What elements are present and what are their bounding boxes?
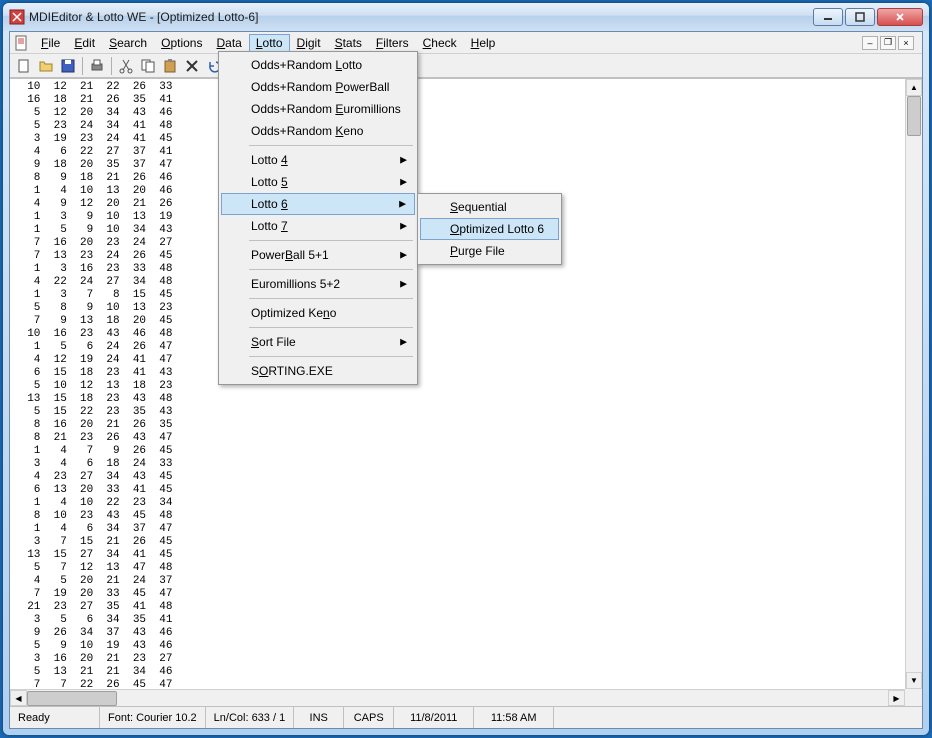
scroll-thumb[interactable] <box>907 96 921 136</box>
delete-icon[interactable] <box>182 56 202 76</box>
app-icon <box>9 9 25 25</box>
text-area[interactable]: 10 12 21 22 26 33 16 18 21 26 35 41 5 12… <box>10 79 922 706</box>
scroll-left-icon[interactable]: ◀ <box>10 690 27 706</box>
editor-content: 10 12 21 22 26 33 16 18 21 26 35 41 5 12… <box>10 78 922 706</box>
scroll-right-icon[interactable]: ▶ <box>888 690 905 706</box>
menu-data[interactable]: Data <box>209 34 248 52</box>
scroll-up-icon[interactable]: ▲ <box>906 79 922 96</box>
menu-sort-file[interactable]: Sort File▶ <box>221 331 415 353</box>
menu-filters[interactable]: Filters <box>369 34 416 52</box>
menu-check[interactable]: Check <box>416 34 464 52</box>
menu-lotto6[interactable]: Lotto 6▶ <box>221 193 415 215</box>
menu-odds-random-keno[interactable]: Odds+Random Keno <box>221 120 415 142</box>
paste-icon[interactable] <box>160 56 180 76</box>
menu-stats[interactable]: Stats <box>328 34 369 52</box>
menu-separator <box>249 240 413 241</box>
status-time: 11:58 AM <box>474 707 554 728</box>
menu-optimized-keno[interactable]: Optimized Keno <box>221 302 415 324</box>
menu-file[interactable]: File <box>34 34 67 52</box>
menu-separator <box>249 356 413 357</box>
toolbar-separator <box>111 57 112 75</box>
status-ready: Ready <box>10 707 100 728</box>
submenu-sequential[interactable]: Sequential <box>420 196 559 218</box>
menu-digit[interactable]: Digit <box>290 34 328 52</box>
menu-separator <box>249 327 413 328</box>
menu-lotto4[interactable]: Lotto 4▶ <box>221 149 415 171</box>
toolbar-separator <box>82 57 83 75</box>
status-date: 11/8/2011 <box>394 707 474 728</box>
submenu-purge-file[interactable]: Purge File <box>420 240 559 262</box>
maximize-button[interactable] <box>845 8 875 26</box>
mdi-doc-icon <box>14 35 30 51</box>
toolbar: A <box>10 54 922 78</box>
menu-lotto5[interactable]: Lotto 5▶ <box>221 171 415 193</box>
status-ins: INS <box>294 707 344 728</box>
print-icon[interactable] <box>87 56 107 76</box>
scroll-down-icon[interactable]: ▼ <box>906 672 922 689</box>
statusbar: Ready Font: Courier 10.2 Ln/Col: 633 / 1… <box>10 706 922 728</box>
save-icon[interactable] <box>58 56 78 76</box>
mdi-minimize-button[interactable]: – <box>862 36 878 50</box>
menu-separator <box>249 298 413 299</box>
vertical-scrollbar[interactable]: ▲ ▼ <box>905 79 922 689</box>
menu-euromillions[interactable]: Euromillions 5+2▶ <box>221 273 415 295</box>
copy-icon[interactable] <box>138 56 158 76</box>
mdi-restore-button[interactable]: ❐ <box>880 36 896 50</box>
lotto6-submenu: Sequential Optimized Lotto 6 Purge File <box>417 193 562 265</box>
menu-lotto7[interactable]: Lotto 7▶ <box>221 215 415 237</box>
submenu-optimized-lotto6[interactable]: Optimized Lotto 6 <box>420 218 559 240</box>
status-caps: CAPS <box>344 707 394 728</box>
close-button[interactable] <box>877 8 923 26</box>
menu-odds-random-powerball[interactable]: Odds+Random PowerBall <box>221 76 415 98</box>
menu-odds-random-euromillions[interactable]: Odds+Random Euromillions <box>221 98 415 120</box>
menubar: File Edit Search Options Data Lotto Digi… <box>10 32 922 54</box>
cut-icon[interactable] <box>116 56 136 76</box>
minimize-button[interactable] <box>813 8 843 26</box>
new-file-icon[interactable] <box>14 56 34 76</box>
scroll-thumb[interactable] <box>27 691 117 706</box>
scroll-corner <box>905 689 922 706</box>
menu-help[interactable]: Help <box>464 34 503 52</box>
menu-powerball[interactable]: PowerBall 5+1▶ <box>221 244 415 266</box>
menu-search[interactable]: Search <box>102 34 154 52</box>
menu-separator <box>249 145 413 146</box>
menu-lotto[interactable]: Lotto <box>249 34 290 52</box>
menu-edit[interactable]: Edit <box>67 34 102 52</box>
window-title: MDIEditor & Lotto WE - [Optimized Lotto-… <box>29 10 813 24</box>
status-font: Font: Courier 10.2 <box>100 707 206 728</box>
horizontal-scrollbar[interactable]: ◀ ▶ <box>10 689 905 706</box>
lotto-dropdown: Odds+Random Lotto Odds+Random PowerBall … <box>218 51 418 385</box>
mdi-close-button[interactable]: × <box>898 36 914 50</box>
menu-sorting-exe[interactable]: SORTING.EXE <box>221 360 415 382</box>
menu-odds-random-lotto[interactable]: Odds+Random Lotto <box>221 54 415 76</box>
titlebar: MDIEditor & Lotto WE - [Optimized Lotto-… <box>3 3 929 31</box>
menu-options[interactable]: Options <box>154 34 209 52</box>
open-file-icon[interactable] <box>36 56 56 76</box>
status-lncol: Ln/Col: 633 / 1 <box>206 707 295 728</box>
menu-separator <box>249 269 413 270</box>
